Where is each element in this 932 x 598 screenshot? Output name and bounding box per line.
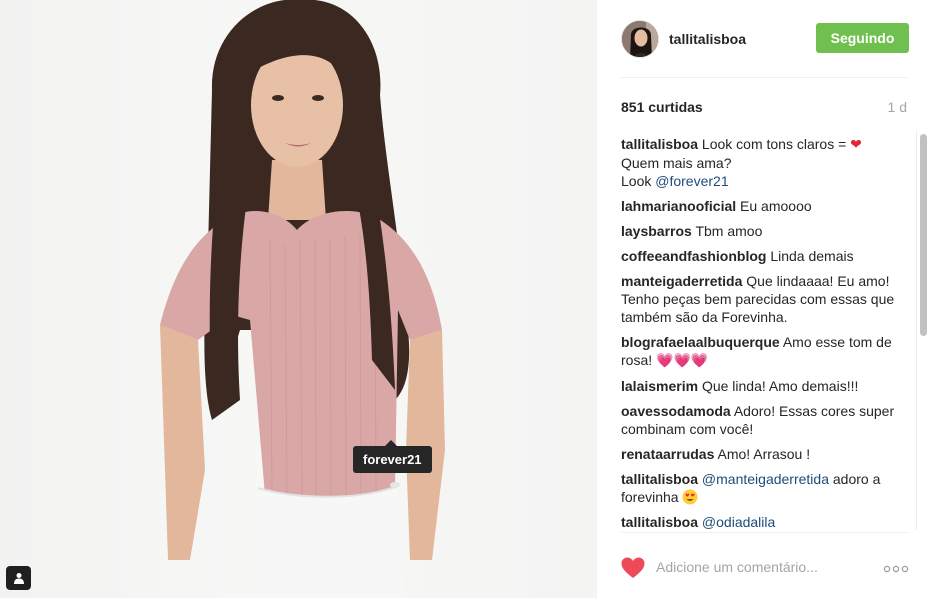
comment-bar <box>621 532 909 598</box>
list-item: coffeeandfashionblog Linda demais <box>621 247 906 265</box>
mention-link[interactable]: @manteigaderretida <box>702 471 829 487</box>
scrollbar-thumb[interactable] <box>920 134 927 336</box>
comments-scrollbar[interactable] <box>916 131 929 530</box>
list-item: lalaismerim Que linda! Amo demais!!! <box>621 377 906 395</box>
list-item: blografaelaalbuquerque Amo esse tom de r… <box>621 333 906 370</box>
mention-link[interactable]: @odiadalila <box>702 514 775 530</box>
comment-username[interactable]: renataarrudas <box>621 446 714 462</box>
product-tag[interactable]: forever21 <box>353 440 432 473</box>
comment-username[interactable]: blografaelaalbuquerque <box>621 334 780 350</box>
comment-text: Linda demais <box>766 248 854 264</box>
comment-username[interactable]: tallitalisboa <box>621 514 698 530</box>
comment-input[interactable] <box>656 555 856 579</box>
comment-username[interactable]: coffeeandfashionblog <box>621 248 766 264</box>
caption-text: Look <box>621 173 656 189</box>
list-item: tallitalisboa @odiadalila <box>621 513 906 531</box>
post-photo[interactable]: forever21 <box>0 0 597 598</box>
list-item: oavessodamoda Adoro! Essas cores super c… <box>621 402 906 438</box>
list-item: tallitalisboa @manteigaderretida adoro a… <box>621 470 906 506</box>
heart-icon[interactable] <box>621 557 645 579</box>
post-header: tallitalisboa Seguindo <box>621 18 909 78</box>
comment-username[interactable]: lalaismerim <box>621 378 698 394</box>
list-item: laysbarros Tbm amoo <box>621 222 906 240</box>
comment-username[interactable]: tallitalisboa <box>621 136 698 152</box>
heart-eyes-emoji <box>682 489 698 505</box>
caption-text: Quem mais ama? <box>621 155 732 171</box>
following-button[interactable]: Seguindo <box>816 23 909 53</box>
likes-count[interactable]: 851 curtidas <box>621 99 703 115</box>
pink-hearts-emoji: 💗💗💗 <box>656 353 709 369</box>
photo-image <box>160 0 445 598</box>
list-item: lahmarianooficial Eu amoooo <box>621 197 906 215</box>
mention-link[interactable]: @forever21 <box>655 173 728 189</box>
list-item: renataarrudas Amo! Arrasou ! <box>621 445 906 463</box>
comment-text: Eu amoooo <box>736 198 812 214</box>
comments-list[interactable]: tallitalisboa Look com tons claros = ❤ Q… <box>621 135 906 531</box>
list-item: manteigaderretida Que lindaaaa! Eu amo! … <box>621 272 906 326</box>
comment-text: Que linda! Amo demais!!! <box>698 378 859 394</box>
avatar-image <box>622 21 658 57</box>
comment-text: Tbm amoo <box>691 223 763 239</box>
comment-username[interactable]: manteigaderretida <box>621 273 742 289</box>
comment-text: Amo! Arrasou ! <box>714 446 811 462</box>
people-tag-button[interactable] <box>6 566 31 590</box>
more-options-icon[interactable] <box>883 565 909 573</box>
avatar[interactable] <box>621 20 659 58</box>
post-details-panel: tallitalisboa Seguindo 851 curtidas 1 d … <box>597 0 932 598</box>
red-heart-emoji: ❤ <box>850 137 862 153</box>
post-username[interactable]: tallitalisboa <box>669 31 746 47</box>
caption: tallitalisboa Look com tons claros = ❤ Q… <box>621 135 906 190</box>
comment-username[interactable]: oavessodamoda <box>621 403 731 419</box>
comment-username[interactable]: laysbarros <box>621 223 692 239</box>
post-timestamp[interactable]: 1 d <box>888 99 907 115</box>
person-icon <box>13 573 24 584</box>
comment-username[interactable]: lahmarianooficial <box>621 198 736 214</box>
caption-text: Look com tons claros = <box>698 136 851 152</box>
comment-username[interactable]: tallitalisboa <box>621 471 698 487</box>
